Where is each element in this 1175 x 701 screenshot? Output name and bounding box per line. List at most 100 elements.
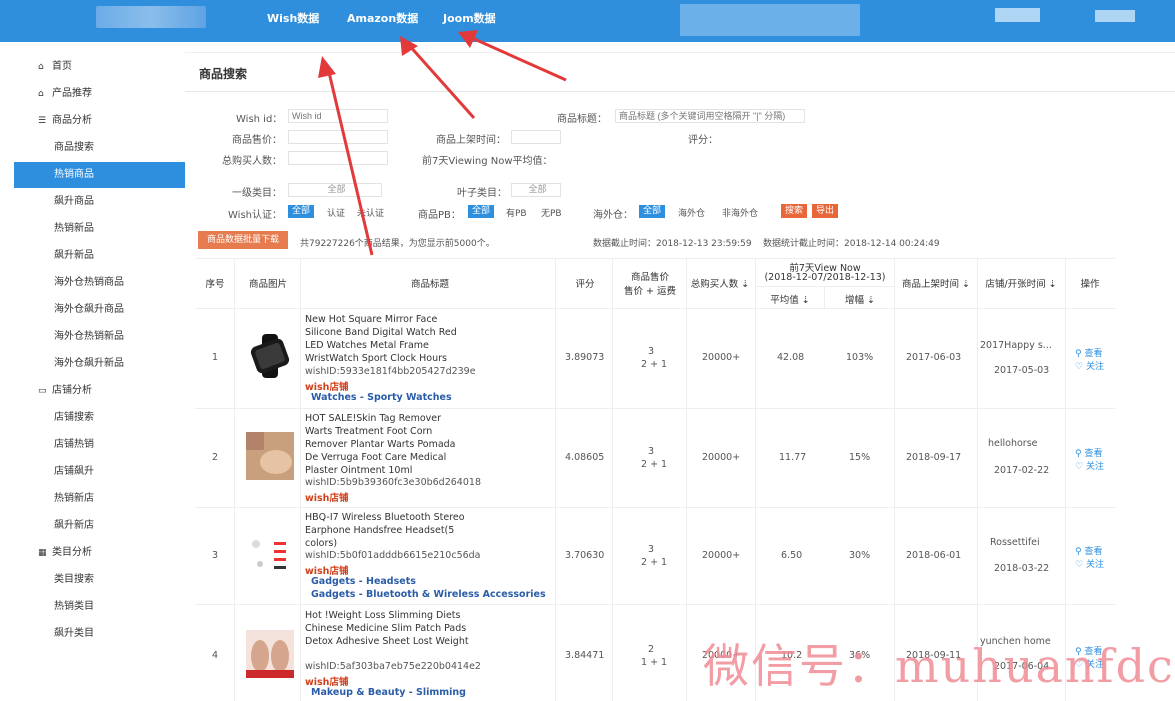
viewnow-sub-divider xyxy=(824,286,825,308)
category-link[interactable]: Makeup & Beauty - Slimming xyxy=(311,687,466,698)
col-view-avg[interactable]: 平均值 ⇣ xyxy=(760,292,820,306)
shop-name[interactable]: hellohorse xyxy=(988,438,1038,449)
search-button[interactable]: 搜索 xyxy=(781,204,808,218)
viewnow-label: 前7天Viewing Now平均值： xyxy=(422,156,553,167)
sidebar-item-category-analysis[interactable]: ▦ 类目分析 xyxy=(14,540,185,566)
product-image-skin-tag[interactable] xyxy=(246,432,294,480)
sidebar-item-shop-hot[interactable]: 店铺热销 xyxy=(14,432,185,458)
sidebar-item-rising-category[interactable]: 飙升类目 xyxy=(14,621,185,647)
wish-store-link[interactable]: wish店铺 xyxy=(305,379,348,393)
title-label: 商品标题： xyxy=(557,114,607,125)
listed-date: 2018-09-17 xyxy=(906,452,962,463)
sidebar-item-hot-new-shop[interactable]: 热销新店 xyxy=(14,486,185,512)
shop-name[interactable]: 2017Happy s... xyxy=(980,340,1052,351)
product-title[interactable]: HOT SALE!Skin Tag Remover Warts Treatmen… xyxy=(305,412,470,477)
col-buyers[interactable]: 总购买人数 ⇣ xyxy=(688,276,752,290)
view-rank-value: 103% xyxy=(846,352,874,363)
follow-action[interactable]: ♡ 关注 xyxy=(1075,557,1104,570)
price-shipping: 2 + 1 xyxy=(641,359,668,370)
product-title[interactable]: New Hot Square Mirror Face Silicone Band… xyxy=(305,313,470,365)
sidebar-item-hot-products[interactable]: 热销商品 xyxy=(14,162,185,188)
sidebar-item-rising-new-shop[interactable]: 飙升新店 xyxy=(14,513,185,539)
overseas-yes[interactable]: 海外仓 xyxy=(678,206,705,219)
price-input[interactable] xyxy=(288,130,388,144)
view-action[interactable]: ⚲ 查看 xyxy=(1075,346,1102,359)
sidebar-item-shop-rising[interactable]: 店铺飙升 xyxy=(14,459,185,485)
col-divider xyxy=(555,258,556,701)
sidebar-item-category-search[interactable]: 类目搜索 xyxy=(14,567,185,593)
sidebar-item-overseas-rising-new[interactable]: 海外仓飙升新品 xyxy=(14,351,185,377)
col-shop[interactable]: 店铺/开张时间 ⇣ xyxy=(980,276,1062,290)
pb-no[interactable]: 无PB xyxy=(541,206,562,219)
wish-verify-yes[interactable]: 认证 xyxy=(327,206,345,219)
col-viewnow-range: (2018-12-07/2018-12-13) xyxy=(764,272,886,283)
sidebar-item-overseas-hot[interactable]: 海外仓热销商品 xyxy=(14,270,185,296)
sidebar-item-shop-analysis[interactable]: ▭ 店铺分析 xyxy=(14,378,185,404)
category1-select[interactable]: 全部 xyxy=(288,183,382,197)
overseas-all[interactable]: 全部 xyxy=(639,205,666,218)
col-listed[interactable]: 商品上架时间 ⇣ xyxy=(896,276,976,290)
nav-amazon-data[interactable]: Amazon数据 xyxy=(347,10,418,26)
wish-verify-no[interactable]: 未认证 xyxy=(357,206,384,219)
sidebar-item-overseas-hot-new[interactable]: 海外仓热销新品 xyxy=(14,324,185,350)
view-avg-value: 11.77 xyxy=(779,452,807,463)
price-label: 商品售价： xyxy=(232,135,282,146)
bulk-download-button[interactable]: 商品数据批量下载 xyxy=(198,231,288,249)
pb-yes[interactable]: 有PB xyxy=(506,206,527,219)
buyers-input[interactable] xyxy=(288,151,388,165)
wish-store-link[interactable]: wish店铺 xyxy=(305,674,348,688)
sidebar-item-rising-products[interactable]: 飙升商品 xyxy=(14,189,185,215)
col-index: 序号 xyxy=(205,279,225,290)
category-link[interactable]: Watches - Sporty Watches xyxy=(311,392,452,403)
sidebar-item-product-analysis[interactable]: ☰ 商品分析 xyxy=(14,108,185,134)
buyers-value: 20000+ xyxy=(702,352,741,363)
col-price[interactable]: 商品售价 xyxy=(620,269,680,283)
site-logo[interactable] xyxy=(96,6,206,28)
product-image-watch[interactable] xyxy=(246,332,294,380)
view-action[interactable]: ⚲ 查看 xyxy=(1075,544,1102,557)
product-image-slimming-patch[interactable] xyxy=(246,630,294,678)
shop-name[interactable]: Rossettifei xyxy=(990,537,1040,548)
result-count-text: 共79227226个商品结果，为您显示前5000个。 xyxy=(300,239,495,249)
sidebar-item-recommend[interactable]: ⌂ 产品推荐 xyxy=(14,81,185,107)
wish-store-link[interactable]: wish店铺 xyxy=(305,563,348,577)
col-price-sub[interactable]: 售价 + 运费 xyxy=(614,283,686,297)
pb-all[interactable]: 全部 xyxy=(468,205,495,218)
sidebar: ⌂ 首页 ⌂ 产品推荐 ☰ 商品分析 商品搜索 热销商品 飙升商品 热销新品 飙升新品… xyxy=(0,42,185,701)
wish-id: wishID:5b0f01adddb6615e210c56da xyxy=(305,550,481,561)
wish-verify-all[interactable]: 全部 xyxy=(288,205,315,218)
price-value: 2 xyxy=(648,644,655,655)
nav-joom-data[interactable]: Joom数据 xyxy=(443,10,496,26)
category-link[interactable]: Gadgets - Headsets xyxy=(311,576,416,587)
stat-cutoff-time: 数据统计截止时间：2018-12-14 00:24:49 xyxy=(763,239,940,249)
listed-date-input[interactable] xyxy=(511,130,561,144)
col-view-rank[interactable]: 增幅 ⇣ xyxy=(830,292,890,306)
view-action[interactable]: ⚲ 查看 xyxy=(1075,446,1102,459)
sidebar-item-overseas-rising[interactable]: 海外仓飙升商品 xyxy=(14,297,185,323)
sidebar-item-shop-search[interactable]: 店铺搜索 xyxy=(14,405,185,431)
sidebar-item-hot-category[interactable]: 热销类目 xyxy=(14,594,185,620)
row-divider xyxy=(195,507,1115,508)
sidebar-item-rising-new[interactable]: 飙升新品 xyxy=(14,243,185,269)
title-input[interactable] xyxy=(615,109,805,123)
wish-verify-label: Wish认证： xyxy=(228,210,282,221)
product-title[interactable]: Hot !Weight Loss Slimming Diets Chinese … xyxy=(305,609,470,648)
price-shipping: 1 + 1 xyxy=(641,657,668,668)
product-image-earphone[interactable] xyxy=(246,530,294,578)
export-button[interactable]: 导出 xyxy=(812,204,839,218)
row-index: 3 xyxy=(212,550,219,561)
sidebar-item-product-search[interactable]: 商品搜索 xyxy=(14,135,185,161)
follow-action[interactable]: ♡ 关注 xyxy=(1075,359,1104,372)
col-divider xyxy=(612,258,613,701)
sidebar-item-hot-new[interactable]: 热销新品 xyxy=(14,216,185,242)
wishid-input[interactable] xyxy=(288,109,388,123)
wish-store-link[interactable]: wish店铺 xyxy=(305,490,348,504)
watermark-text: 微信号：muhuanfdc xyxy=(703,639,1175,693)
category-link[interactable]: Gadgets - Bluetooth & Wireless Accessori… xyxy=(311,589,546,600)
overseas-no[interactable]: 非海外仓 xyxy=(722,206,758,219)
product-title[interactable]: HBQ-I7 Wireless Bluetooth Stereo Earphon… xyxy=(305,511,470,550)
nav-wish-data[interactable]: Wish数据 xyxy=(267,10,319,26)
follow-action[interactable]: ♡ 关注 xyxy=(1075,459,1104,472)
leaf-category-select[interactable]: 全部 xyxy=(511,183,561,197)
sidebar-item-home[interactable]: ⌂ 首页 xyxy=(14,54,185,80)
